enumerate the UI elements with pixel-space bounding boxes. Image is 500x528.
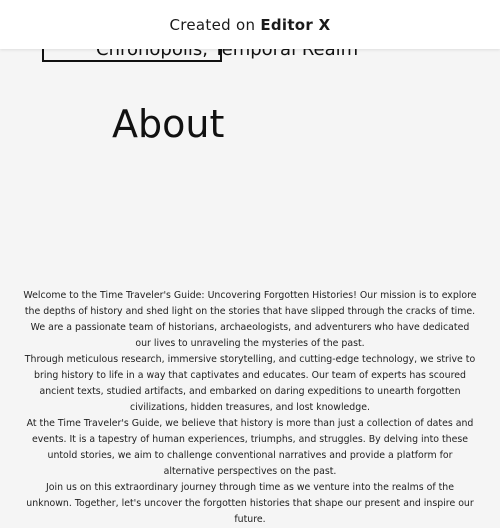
editor-x-logo[interactable]: Editor X [260, 16, 330, 34]
banner-prefix: Created on [169, 15, 256, 34]
about-text-block: Welcome to the Time Traveler's Guide: Un… [22, 288, 478, 528]
created-on-editor-x-banner[interactable]: Created on Editor X [0, 0, 500, 49]
about-paragraph-4: Join us on this extraordinary journey th… [26, 482, 474, 525]
about-heading: About [112, 102, 225, 146]
about-paragraph-1: Welcome to the Time Traveler's Guide: Un… [23, 290, 477, 349]
about-paragraph-3: At the Time Traveler's Guide, we believe… [26, 418, 474, 477]
about-paragraph-2: Through meticulous research, immersive s… [24, 354, 476, 413]
